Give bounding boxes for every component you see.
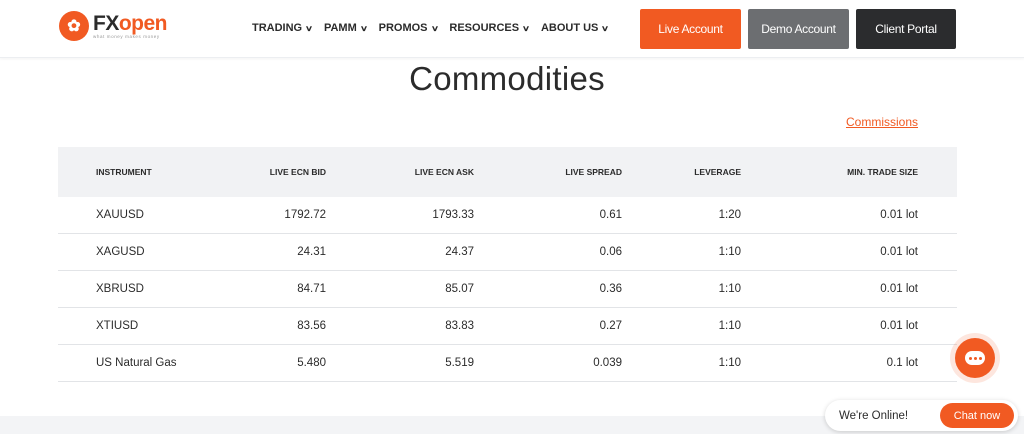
logo-text: FXopen what money makes money [93, 11, 168, 40]
table-row: XTIUSD 83.56 83.83 0.27 1:10 0.01 lot [58, 308, 957, 345]
logo-tagline: what money makes money [93, 33, 160, 39]
nav-about-us-label: ABOUT US [540, 22, 599, 34]
logo-wordmark: FXopen [93, 11, 168, 35]
column-header-ask: LIVE ECN ASK [414, 167, 474, 177]
table-row: XAGUSD 24.31 24.37 0.06 1:10 0.01 lot [58, 234, 957, 271]
cell-instrument: XAUUSD [96, 209, 144, 221]
logo-fx: FX [93, 11, 119, 35]
nav-trading[interactable]: TRADING ∨ [252, 22, 314, 34]
chevron-down-icon: ∨ [601, 23, 610, 33]
column-header-spread: LIVE SPREAD [565, 167, 622, 177]
site-header: ✿ FXopen what money makes money TRADING ∨… [0, 0, 1024, 58]
chat-dot [968, 356, 972, 360]
cell-min-trade-size: 0.01 lot [880, 320, 918, 332]
live-account-button[interactable]: Live Account [640, 9, 741, 49]
chat-bubble-icon [965, 351, 985, 365]
commodities-table: INSTRUMENT LIVE ECN BID LIVE ECN ASK LIV… [58, 147, 957, 382]
cell-min-trade-size: 0.01 lot [880, 283, 918, 295]
cell-spread: 0.36 [599, 283, 622, 295]
nav-pamm[interactable]: PAMM ∨ [323, 22, 368, 34]
cell-instrument: XTIUSD [96, 320, 139, 332]
nav-promos-label: PROMOS [378, 22, 428, 34]
nav-trading-label: TRADING [252, 22, 303, 34]
nav-promos[interactable]: PROMOS ∨ [378, 22, 439, 34]
chat-now-button[interactable]: Chat now [940, 403, 1014, 428]
chat-launcher-button[interactable] [955, 338, 995, 378]
chat-dot [978, 356, 982, 360]
table-row: XBRUSD 84.71 85.07 0.36 1:10 0.01 lot [58, 271, 957, 308]
commissions-link[interactable]: Commissions [846, 115, 918, 129]
cell-min-trade-size: 0.1 lot [886, 357, 918, 369]
cell-spread: 0.039 [593, 357, 622, 369]
page-title: Commodities [409, 60, 605, 97]
cell-spread: 0.61 [599, 209, 622, 221]
cell-leverage: 1:10 [718, 357, 741, 369]
cell-bid: 84.71 [297, 283, 326, 295]
nav-about-us[interactable]: ABOUT US ∨ [540, 22, 610, 34]
cell-spread: 0.06 [599, 246, 622, 258]
main-nav: TRADING ∨ PAMM ∨ PROMOS ∨ RESOURCES ∨ ABOUT … [252, 22, 620, 34]
cell-instrument: XBRUSD [96, 283, 144, 295]
demo-account-button[interactable]: Demo Account [748, 9, 849, 49]
cell-bid: 1792.72 [284, 209, 326, 221]
chevron-down-icon: ∨ [430, 23, 439, 33]
cell-leverage: 1:10 [718, 320, 741, 332]
column-header-min-trade-size: MIN. TRADE SIZE [847, 167, 918, 177]
chevron-down-icon: ∨ [304, 23, 314, 33]
column-header-leverage: LEVERAGE [694, 167, 741, 177]
chat-widget-bar: We're Online! Chat now [825, 400, 1018, 431]
fxopen-logo[interactable]: ✿ FXopen what money makes money [59, 11, 168, 41]
nav-pamm-label: PAMM [323, 22, 357, 34]
cell-instrument: XAGUSD [96, 246, 145, 258]
chat-dot [973, 356, 977, 360]
chevron-down-icon: ∨ [359, 23, 368, 33]
table-header: INSTRUMENT LIVE ECN BID LIVE ECN ASK LIV… [58, 147, 957, 197]
chat-status-text: We're Online! [839, 409, 909, 422]
cell-spread: 0.27 [599, 320, 622, 332]
cell-ask: 5.519 [445, 357, 474, 369]
cell-leverage: 1:10 [718, 283, 741, 295]
client-portal-button[interactable]: Client Portal [856, 9, 956, 49]
cell-leverage: 1:20 [718, 209, 741, 221]
column-header-instrument: INSTRUMENT [96, 167, 152, 177]
cell-ask: 83.83 [445, 320, 474, 332]
logo-open: open [118, 11, 168, 35]
cell-bid: 83.56 [297, 320, 326, 332]
fxopen-logo-icon: ✿ [59, 11, 89, 41]
cell-ask: 1793.33 [432, 209, 474, 221]
cell-ask: 85.07 [445, 283, 474, 295]
chevron-down-icon: ∨ [521, 23, 531, 33]
cell-ask: 24.37 [445, 246, 474, 258]
nav-resources[interactable]: RESOURCES ∨ [449, 22, 531, 34]
table-row: US Natural Gas 5.480 5.519 0.039 1:10 0.… [58, 345, 957, 382]
column-header-bid: LIVE ECN BID [269, 167, 326, 177]
cell-min-trade-size: 0.01 lot [880, 209, 918, 221]
cell-bid: 24.31 [297, 246, 326, 258]
cell-min-trade-size: 0.01 lot [880, 246, 918, 258]
nav-resources-label: RESOURCES [449, 22, 520, 34]
table-row: XAUUSD 1792.72 1793.33 0.61 1:20 0.01 lo… [58, 197, 957, 234]
cell-bid: 5.480 [297, 357, 326, 369]
cell-leverage: 1:10 [718, 246, 741, 258]
cell-instrument: US Natural Gas [96, 357, 177, 369]
